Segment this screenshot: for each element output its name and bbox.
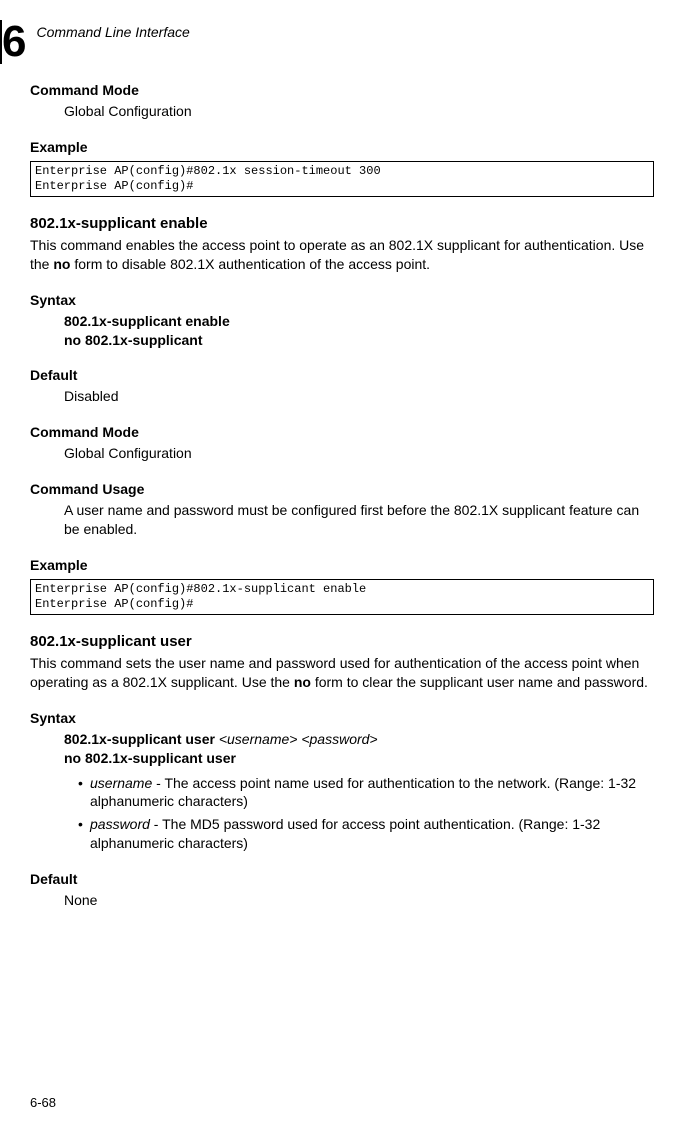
default-text: None [64, 891, 654, 910]
code-block: Enterprise AP(config)#802.1x-supplicant … [30, 579, 654, 615]
syntax-text: 802.1x-supplicant enable no 802.1x-suppl… [64, 312, 654, 350]
syntax-line1: 802.1x-supplicant enable [64, 313, 230, 329]
default-heading: Default [30, 871, 654, 887]
command-usage-heading: Command Usage [30, 481, 654, 497]
desc-bold: no [294, 674, 311, 690]
syntax-text: 802.1x-supplicant user <username> <passw… [64, 730, 654, 768]
list-item: username - The access point name used fo… [78, 774, 654, 812]
example-heading: Example [30, 557, 654, 573]
default-heading: Default [30, 367, 654, 383]
command-mode-heading: Command Mode [30, 424, 654, 440]
command-mode-heading: Command Mode [30, 82, 654, 98]
example-heading: Example [30, 139, 654, 155]
desc-bold: no [53, 256, 70, 272]
page-number: 6-68 [30, 1095, 56, 1110]
syntax-i1: <username> <password> [219, 731, 378, 747]
default-text: Disabled [64, 387, 654, 406]
chapter-number: 6 [2, 20, 26, 64]
param-desc: - The MD5 password used for access point… [90, 816, 600, 851]
param-name: password [90, 816, 150, 832]
desc-post: form to disable 802.1X authentication of… [70, 256, 430, 272]
section-title-supplicant-user: 802.1x-supplicant user [30, 633, 654, 650]
command-mode-text: Global Configuration [64, 102, 654, 121]
header-title: Command Line Interface [36, 24, 189, 40]
syntax-heading: Syntax [30, 292, 654, 308]
desc-post: form to clear the supplicant user name a… [311, 674, 648, 690]
syntax-b1: 802.1x-supplicant user [64, 731, 219, 747]
param-desc: - The access point name used for authent… [90, 775, 636, 810]
command-mode-text: Global Configuration [64, 444, 654, 463]
parameter-list: username - The access point name used fo… [78, 774, 654, 854]
command-usage-text: A user name and password must be configu… [64, 501, 654, 539]
code-block: Enterprise AP(config)#802.1x session-tim… [30, 161, 654, 197]
list-item: password - The MD5 password used for acc… [78, 815, 654, 853]
page-header: 6 Command Line Interface [2, 20, 654, 64]
syntax-line2: no 802.1x-supplicant [64, 332, 202, 348]
syntax-heading: Syntax [30, 710, 654, 726]
syntax-line2: no 802.1x-supplicant user [64, 750, 236, 766]
section-description: This command enables the access point to… [30, 236, 654, 274]
section-description: This command sets the user name and pass… [30, 654, 654, 692]
param-name: username [90, 775, 152, 791]
section-title-supplicant-enable: 802.1x-supplicant enable [30, 215, 654, 232]
